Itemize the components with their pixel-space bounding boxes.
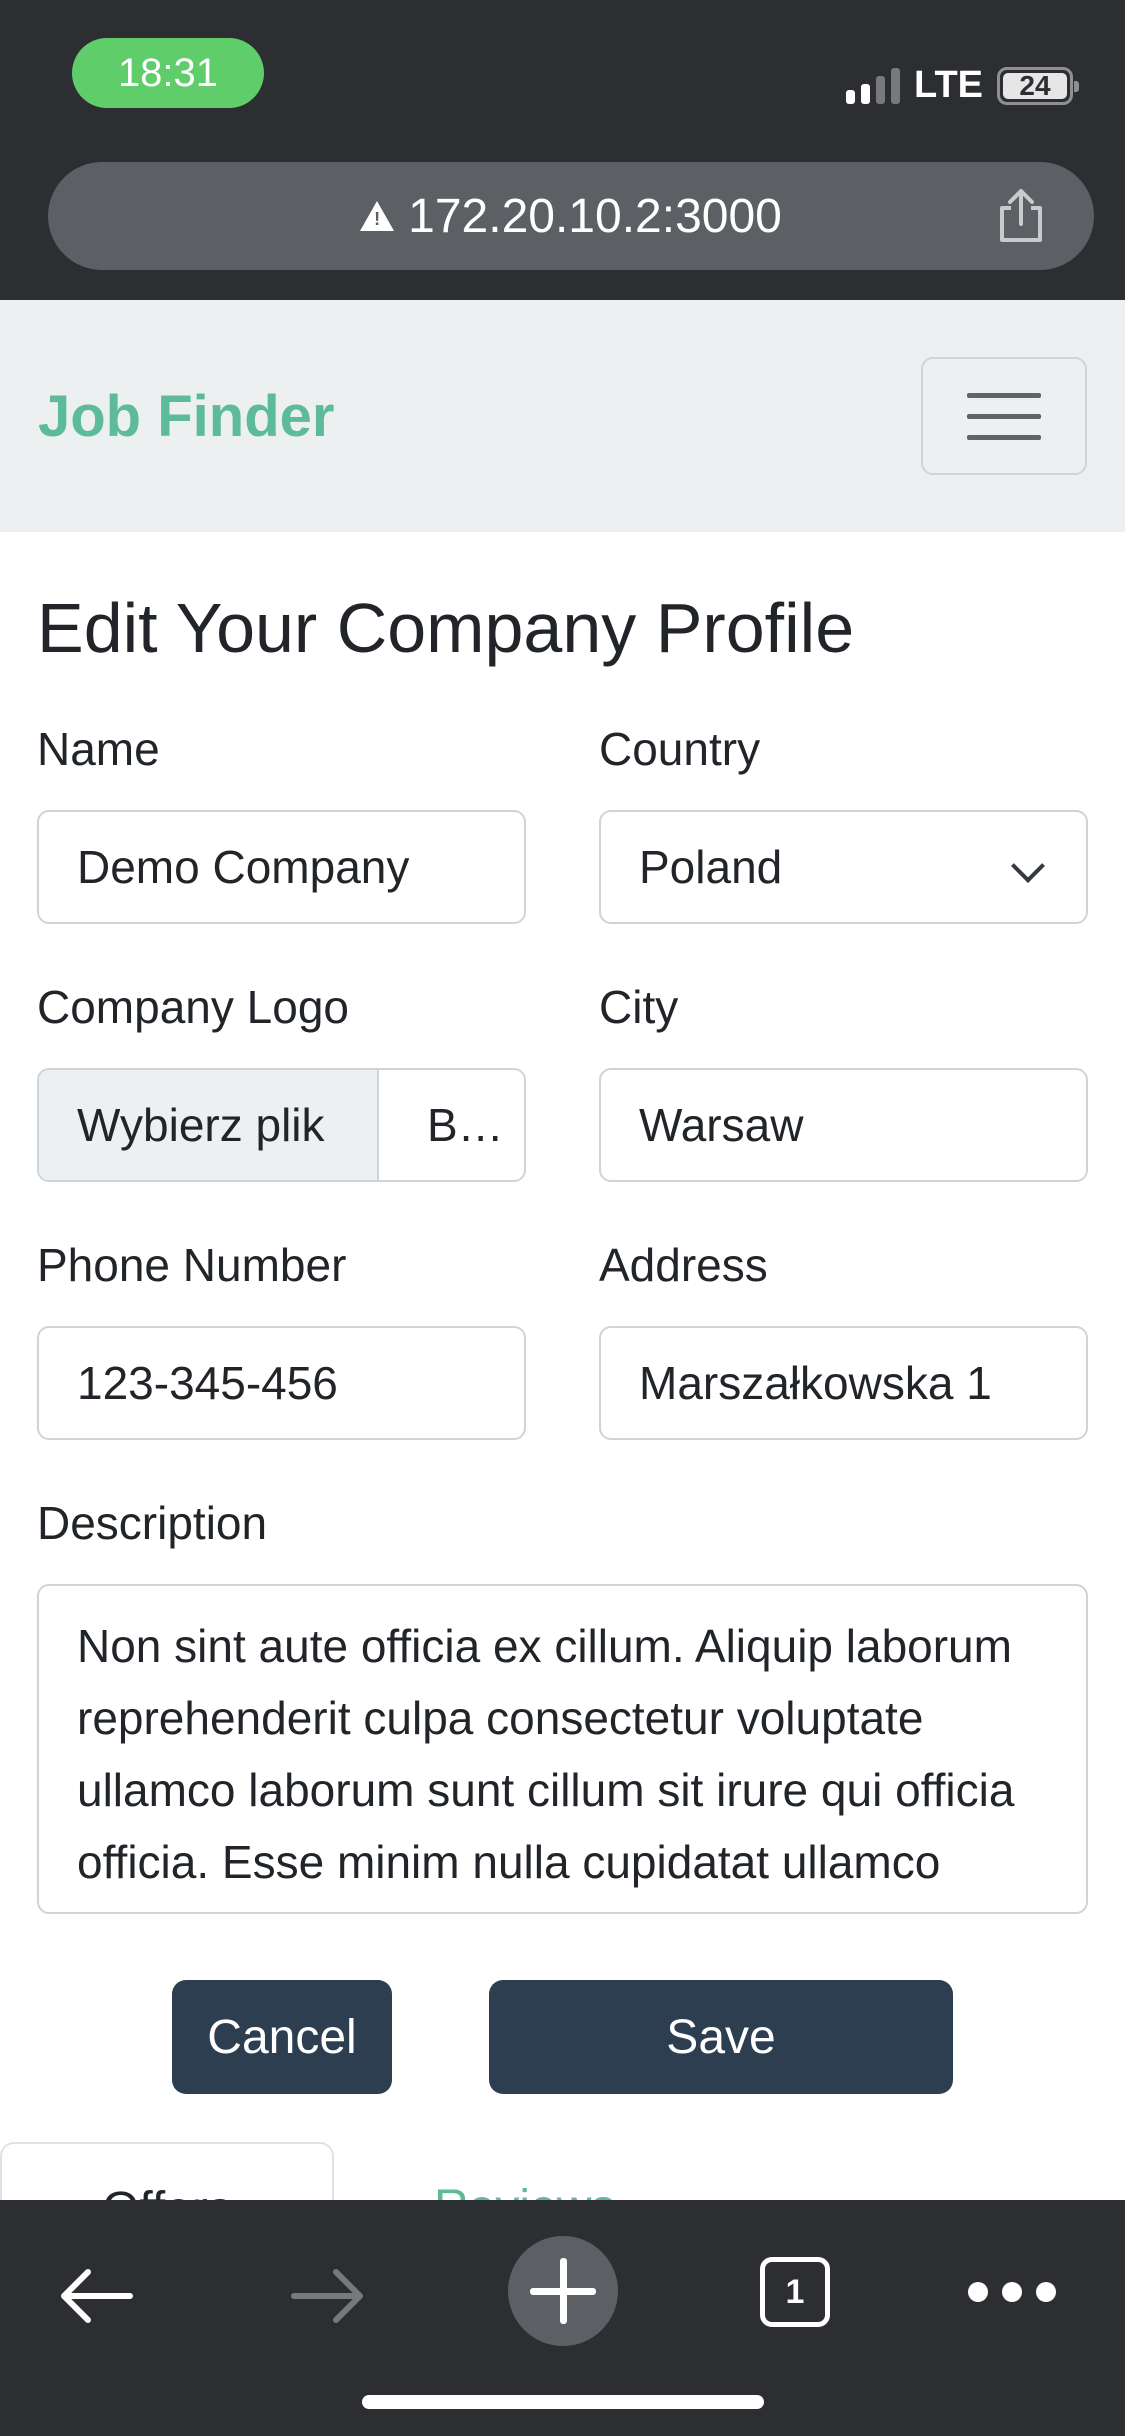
chevron-down-icon (1011, 849, 1045, 883)
browser-top-chrome: 18:31 LTE 24 172.20.10.2:3000 (0, 0, 1125, 300)
menu-toggle-button[interactable] (921, 357, 1087, 475)
description-label: Description (37, 1497, 268, 1549)
name-label: Name (37, 723, 160, 775)
network-type: LTE (914, 64, 983, 106)
forward-arrow-icon[interactable] (288, 2266, 368, 2326)
new-tab-plus-icon[interactable] (508, 2236, 618, 2346)
hamburger-icon-line (967, 434, 1041, 440)
address-input[interactable]: Marszałkowska 1 (599, 1326, 1088, 1440)
home-indicator (362, 2395, 764, 2409)
page-content: Edit Your Company Profile (37, 532, 1088, 670)
file-name-text: B… (427, 1099, 504, 1151)
logo-label: Company Logo (37, 981, 349, 1033)
profile-tabs: Offers Reviews (0, 2142, 1125, 2236)
battery-icon: 24 (997, 66, 1079, 105)
phone-input[interactable]: 123-345-456 (37, 1326, 526, 1440)
country-select[interactable]: Poland (599, 810, 1088, 924)
city-input[interactable]: Warsaw (599, 1068, 1088, 1182)
city-label: City (599, 981, 679, 1033)
name-input[interactable]: Demo Company (37, 810, 526, 924)
phone-label: Phone Number (37, 1239, 347, 1291)
warning-icon (360, 201, 395, 231)
status-indicators: LTE 24 (846, 64, 1079, 107)
hamburger-icon-line (967, 392, 1041, 398)
navbar: Job Finder (0, 300, 1125, 532)
cancel-button[interactable]: Cancel (172, 1980, 392, 2094)
tabs-count-icon[interactable]: 1 (760, 2257, 830, 2327)
back-arrow-icon[interactable] (56, 2266, 136, 2326)
address-label: Address (599, 1239, 768, 1291)
url-text: 172.20.10.2:3000 (408, 189, 782, 243)
page-title: Edit Your Company Profile (37, 589, 855, 667)
logo-file-input[interactable]: Wybierz plik B… (37, 1068, 526, 1182)
brand-logo[interactable]: Job Finder (38, 383, 334, 450)
save-button[interactable]: Save (489, 1980, 953, 2094)
more-options-icon[interactable] (968, 2282, 1056, 2302)
description-textarea[interactable]: Non sint aute officia ex cillum. Aliquip… (37, 1584, 1088, 1914)
battery-level: 24 (1003, 70, 1067, 101)
signal-icon (846, 67, 901, 104)
share-icon[interactable] (994, 188, 1048, 244)
hamburger-icon-line (967, 413, 1041, 419)
address-bar[interactable]: 172.20.10.2:3000 (48, 162, 1094, 270)
country-label: Country (599, 723, 761, 775)
status-time: 18:31 (72, 38, 264, 108)
country-selected-value: Poland (639, 841, 783, 893)
choose-file-button[interactable]: Wybierz plik (39, 1070, 379, 1180)
